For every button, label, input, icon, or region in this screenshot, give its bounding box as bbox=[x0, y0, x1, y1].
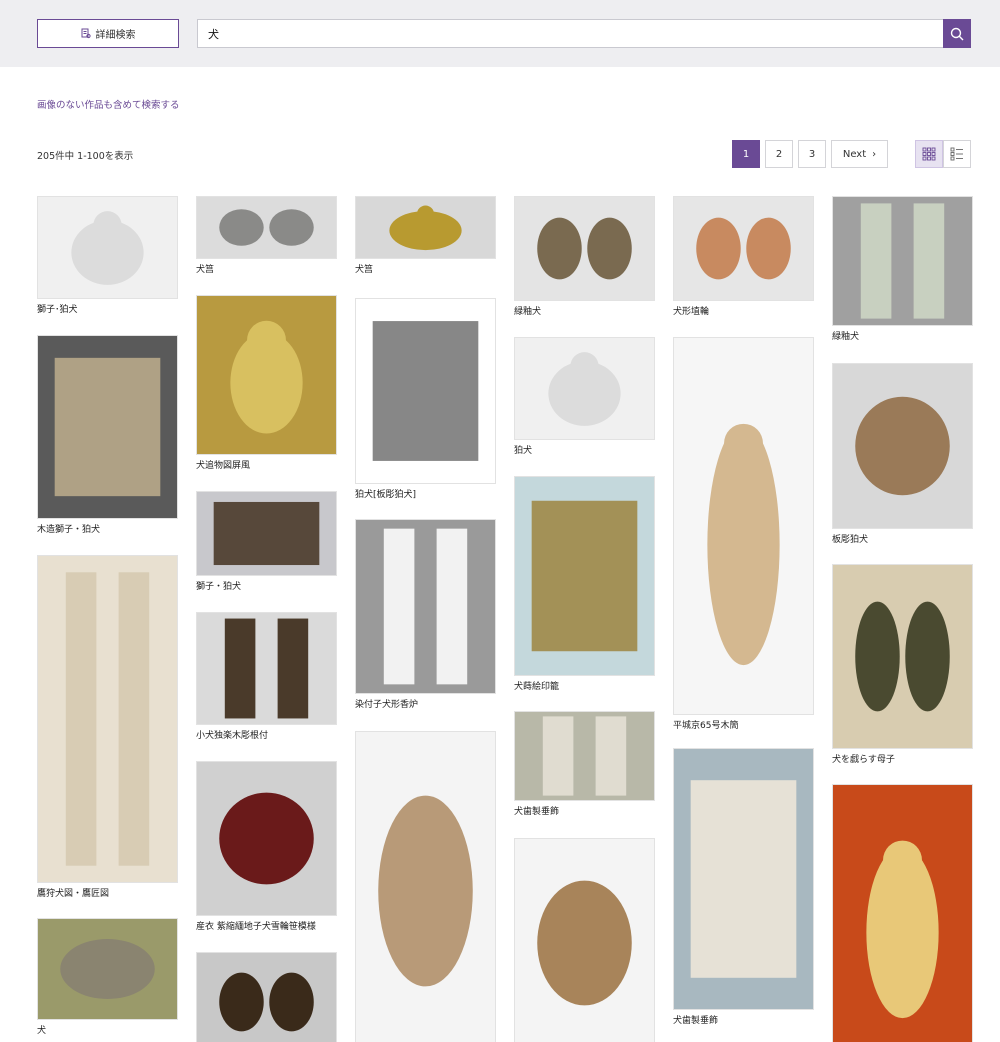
artwork-card[interactable] bbox=[514, 838, 655, 1042]
artwork-title[interactable]: 犬筥 bbox=[196, 264, 337, 276]
artwork-title[interactable]: 獅子･狛犬 bbox=[37, 304, 178, 316]
artwork-thumbnail[interactable] bbox=[355, 731, 496, 1042]
artwork-thumbnail[interactable] bbox=[832, 363, 973, 529]
artwork-thumbnail[interactable] bbox=[514, 196, 655, 301]
artwork-title[interactable]: 犬 bbox=[37, 1025, 178, 1037]
search-submit-button[interactable] bbox=[943, 19, 971, 48]
artwork-card[interactable] bbox=[196, 952, 337, 1042]
artwork-card[interactable]: 犬形埴輪 bbox=[673, 196, 814, 318]
artwork-thumbnail[interactable] bbox=[832, 564, 973, 749]
artwork-card[interactable]: 獅子・狛犬 bbox=[196, 491, 337, 593]
artwork-card[interactable]: 獅子･狛犬 bbox=[37, 196, 178, 316]
next-page-button[interactable]: Next › bbox=[831, 140, 888, 168]
artwork-thumbnail[interactable] bbox=[832, 784, 973, 1042]
artwork-card[interactable]: 小犬独楽木彫根付 bbox=[196, 612, 337, 742]
advanced-search-icon bbox=[81, 28, 91, 39]
artwork-thumbnail[interactable] bbox=[37, 555, 178, 883]
artwork-card[interactable]: 緑釉犬 bbox=[514, 196, 655, 318]
next-page-label: Next bbox=[842, 148, 867, 160]
artwork-thumbnail[interactable] bbox=[673, 196, 814, 301]
page-3-button[interactable]: 3 bbox=[798, 140, 826, 168]
artwork-card[interactable]: 板彫狛犬 bbox=[832, 363, 973, 546]
artwork-thumbnail[interactable] bbox=[196, 761, 337, 916]
artwork-thumbnail[interactable] bbox=[514, 711, 655, 801]
artwork-card[interactable]: 犬歯製垂飾 bbox=[514, 711, 655, 818]
artwork-thumbnail[interactable] bbox=[355, 196, 496, 259]
artwork-title[interactable]: 板彫狛犬 bbox=[832, 534, 973, 546]
grid-view-button[interactable] bbox=[915, 140, 943, 168]
artwork-card[interactable]: 犬筥 bbox=[196, 196, 337, 276]
artwork-card[interactable]: 産衣 紫縮緬地子犬雪輪笹模様 bbox=[196, 761, 337, 933]
artwork-title[interactable]: 木造獅子・狛犬 bbox=[37, 524, 178, 536]
artwork-thumbnail[interactable] bbox=[37, 196, 178, 299]
list-view-icon bbox=[950, 147, 963, 161]
artwork-title[interactable]: 鷹狩犬図・鷹匠図 bbox=[37, 888, 178, 900]
artwork-title[interactable]: 犬蒔絵印籠 bbox=[514, 681, 655, 693]
artwork-title[interactable]: 犬追物図屏風 bbox=[196, 460, 337, 472]
search-bar: 詳細検索 bbox=[0, 0, 1000, 67]
artwork-title[interactable]: 小犬独楽木彫根付 bbox=[196, 730, 337, 742]
include-no-image-link[interactable]: 画像のない作品も含めて検索する bbox=[37, 97, 180, 111]
artwork-title[interactable]: 平城京65号木簡 bbox=[673, 720, 814, 732]
artwork-title[interactable]: 犬歯製垂飾 bbox=[673, 1015, 814, 1027]
chevron-right-icon: › bbox=[872, 148, 877, 160]
artwork-title[interactable]: 染付子犬形香炉 bbox=[355, 699, 496, 711]
artwork-card[interactable]: 緑釉犬 bbox=[832, 196, 973, 343]
page-1-button[interactable]: 1 bbox=[732, 140, 760, 168]
artwork-card[interactable] bbox=[832, 784, 973, 1042]
artwork-thumbnail[interactable] bbox=[196, 952, 337, 1042]
artwork-thumbnail[interactable] bbox=[37, 335, 178, 519]
artwork-title[interactable]: 獅子・狛犬 bbox=[196, 581, 337, 593]
grid-view-icon bbox=[922, 147, 936, 161]
artwork-title[interactable]: 緑釉犬 bbox=[514, 306, 655, 318]
list-view-button[interactable] bbox=[943, 140, 971, 168]
artwork-thumbnail[interactable] bbox=[355, 298, 496, 484]
search-input[interactable] bbox=[197, 19, 943, 48]
search-icon bbox=[950, 27, 964, 40]
artwork-thumbnail[interactable] bbox=[37, 918, 178, 1020]
artwork-thumbnail[interactable] bbox=[196, 196, 337, 259]
advanced-search-button[interactable]: 詳細検索 bbox=[37, 19, 179, 48]
artwork-card[interactable]: 犬追物図屏風 bbox=[196, 295, 337, 472]
artwork-title[interactable]: 犬歯製垂飾 bbox=[514, 806, 655, 818]
artwork-title[interactable]: 狛犬 bbox=[514, 445, 655, 457]
artwork-thumbnail[interactable] bbox=[514, 838, 655, 1042]
artwork-card[interactable]: 染付子犬形香炉 bbox=[355, 519, 496, 711]
artwork-card[interactable]: 木造獅子・狛犬 bbox=[37, 335, 178, 536]
artwork-card[interactable]: 狛犬 bbox=[514, 337, 655, 457]
artwork-thumbnail[interactable] bbox=[355, 519, 496, 694]
artwork-card[interactable]: 平城京66号木簡 bbox=[355, 731, 496, 1042]
artwork-card[interactable]: 犬歯製垂飾 bbox=[673, 748, 814, 1027]
artwork-title[interactable]: 狛犬[板彫狛犬] bbox=[355, 489, 496, 501]
page-2-button[interactable]: 2 bbox=[765, 140, 793, 168]
artwork-card[interactable]: 犬を戯らす母子 bbox=[832, 564, 973, 766]
artwork-thumbnail[interactable] bbox=[514, 337, 655, 440]
artwork-thumbnail[interactable] bbox=[196, 295, 337, 455]
artwork-thumbnail[interactable] bbox=[673, 748, 814, 1010]
artwork-card[interactable]: 鷹狩犬図・鷹匠図 bbox=[37, 555, 178, 900]
artwork-thumbnail[interactable] bbox=[196, 491, 337, 576]
artwork-thumbnail[interactable] bbox=[196, 612, 337, 725]
artwork-title[interactable]: 産衣 紫縮緬地子犬雪輪笹模様 bbox=[196, 921, 337, 933]
artwork-card[interactable]: 平城京65号木簡 bbox=[673, 337, 814, 732]
result-count: 205件中 1-100を表示 bbox=[37, 151, 134, 162]
artwork-thumbnail[interactable] bbox=[673, 337, 814, 715]
artwork-card[interactable]: 犬蒔絵印籠 bbox=[514, 476, 655, 693]
artwork-card[interactable]: 犬筥 bbox=[355, 196, 496, 276]
artwork-thumbnail[interactable] bbox=[514, 476, 655, 676]
artwork-thumbnail[interactable] bbox=[832, 196, 973, 326]
artwork-title[interactable]: 緑釉犬 bbox=[832, 331, 973, 343]
artwork-card[interactable]: 犬 bbox=[37, 918, 178, 1037]
artwork-title[interactable]: 犬筥 bbox=[355, 264, 496, 276]
artwork-title[interactable]: 犬を戯らす母子 bbox=[832, 754, 973, 766]
advanced-search-label: 詳細検索 bbox=[95, 30, 136, 41]
artwork-card[interactable]: 狛犬[板彫狛犬] bbox=[355, 298, 496, 501]
artwork-title[interactable]: 犬形埴輪 bbox=[673, 306, 814, 318]
